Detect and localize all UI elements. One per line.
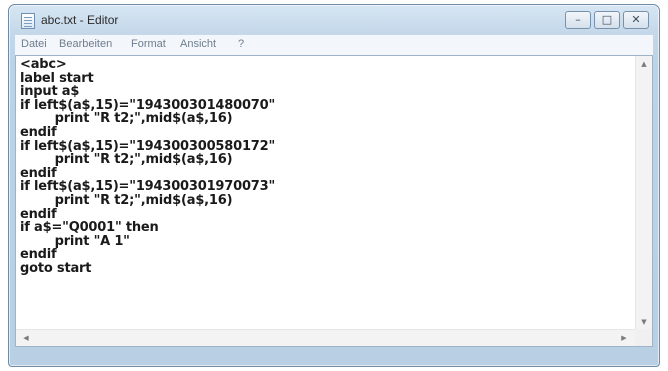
text-content[interactable]: <abc> label start input a$ if left$(a$,1… bbox=[16, 56, 636, 330]
window-title: abc.txt - Editor bbox=[41, 13, 119, 27]
menu-ansicht[interactable]: Ansicht bbox=[180, 38, 216, 50]
menu-bearbeiten[interactable]: Bearbeiten bbox=[59, 38, 112, 50]
close-button[interactable]: ✕ bbox=[623, 11, 649, 29]
close-icon: ✕ bbox=[631, 13, 641, 26]
notepad-window: abc.txt - Editor – □ ✕ Datei Bearbeiten … bbox=[8, 4, 660, 367]
editor-area: <abc> label start input a$ if left$(a$,1… bbox=[15, 55, 653, 347]
title-bar[interactable]: abc.txt - Editor – □ ✕ bbox=[9, 5, 659, 35]
menu-format[interactable]: Format bbox=[131, 38, 166, 50]
maximize-button[interactable]: □ bbox=[594, 11, 620, 29]
scroll-left-icon[interactable]: ◀ bbox=[20, 332, 32, 344]
menu-datei[interactable]: Datei bbox=[21, 38, 47, 50]
minimize-button[interactable]: – bbox=[565, 11, 591, 29]
scroll-right-icon[interactable]: ▶ bbox=[618, 332, 630, 344]
horizontal-scrollbar[interactable]: ◀ ▶ bbox=[16, 329, 636, 346]
menu-help[interactable]: ? bbox=[238, 38, 244, 50]
scroll-down-icon[interactable]: ▼ bbox=[638, 316, 650, 328]
notepad-icon bbox=[21, 13, 35, 29]
minimize-icon: – bbox=[575, 13, 581, 26]
vertical-scrollbar[interactable]: ▲ ▼ bbox=[635, 56, 652, 330]
scrollbar-corner bbox=[635, 329, 652, 346]
scroll-up-icon[interactable]: ▲ bbox=[638, 58, 650, 70]
menu-bar: Datei Bearbeiten Format Ansicht ? bbox=[15, 35, 653, 56]
maximize-icon: □ bbox=[601, 13, 613, 26]
